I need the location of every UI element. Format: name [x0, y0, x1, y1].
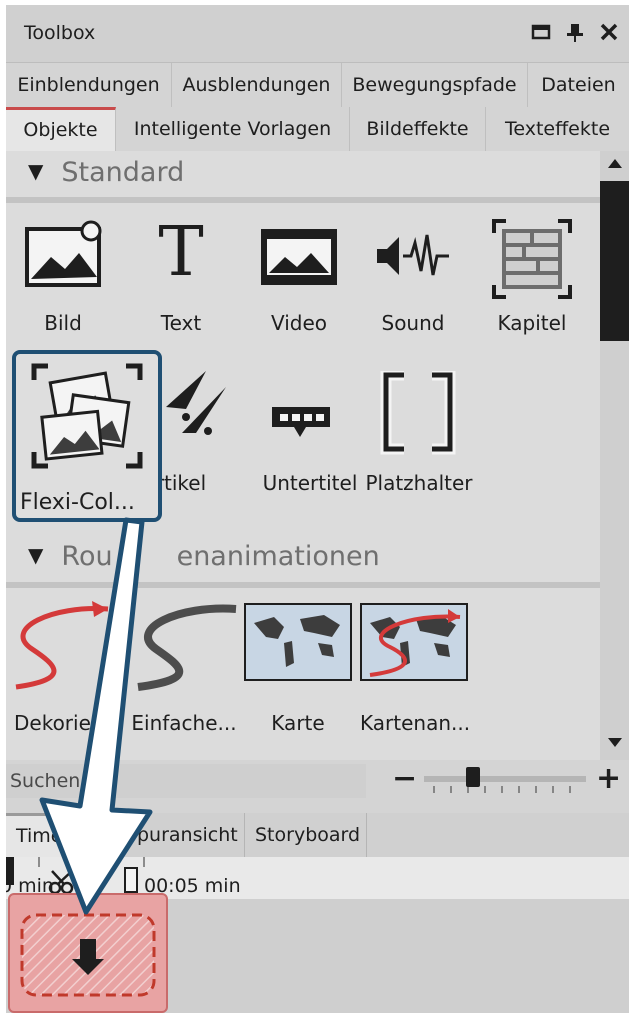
- drag-arrow-icon: [39, 517, 153, 915]
- drag-arrow-overlay: [39, 517, 153, 915]
